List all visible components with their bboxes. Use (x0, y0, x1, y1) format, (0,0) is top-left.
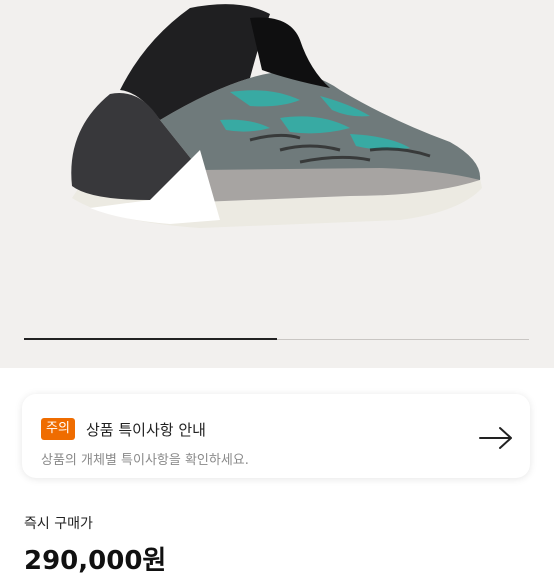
image-carousel-progress (24, 338, 529, 340)
notice-card[interactable]: 주의 상품 특이사항 안내 상품의 개체별 특이사항을 확인하세요. (22, 394, 530, 478)
product-image (71, 4, 482, 228)
carousel-progress-fill (24, 338, 277, 340)
instant-purchase-label: 즉시 구매가 (24, 516, 93, 532)
notice-title: 상품 특이사항 안내 (86, 421, 206, 439)
instant-purchase-price: 290,000원 (24, 546, 167, 576)
notice-description: 상품의 개체별 특이사항을 확인하세요. (41, 453, 249, 468)
product-image-area[interactable] (0, 0, 554, 368)
arrow-right-icon[interactable] (478, 426, 514, 450)
caution-badge: 주의 (41, 418, 75, 440)
